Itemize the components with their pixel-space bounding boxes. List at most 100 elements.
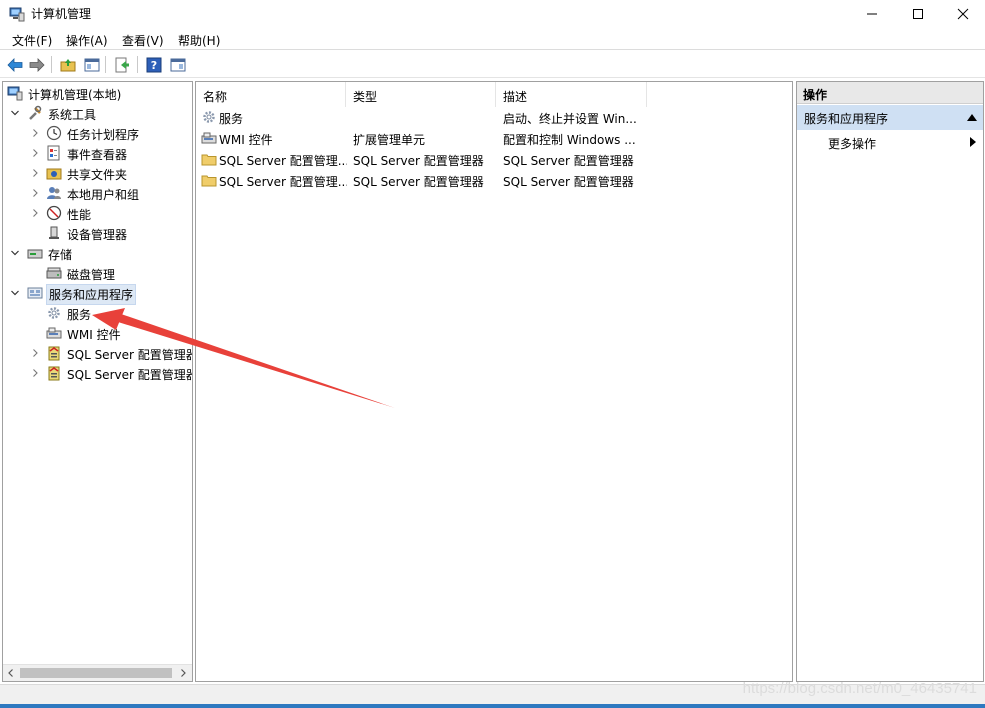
- tree-item-label: 服务和应用程序: [46, 284, 137, 305]
- help-button[interactable]: ?: [144, 55, 164, 74]
- actions-section-label: 服务和应用程序: [804, 112, 889, 126]
- menu-file[interactable]: 文件(F): [12, 32, 52, 49]
- details-list[interactable]: 名称 类型 描述 服务 启动、终止并设置 Win... WMI 控件 扩展管理单…: [195, 81, 793, 682]
- tree-item-label: 计算机管理(本地): [28, 88, 122, 102]
- toolbar: ?: [0, 51, 985, 78]
- menu-bar: 文件(F) 操作(A) 查看(V) 帮助(H): [0, 28, 985, 50]
- column-label: 名称: [203, 90, 228, 104]
- maximize-button[interactable]: [895, 0, 941, 28]
- list-cell-description: SQL Server 配置管理器: [503, 154, 634, 168]
- tree-item-label: 系统工具: [48, 108, 97, 122]
- menu-help[interactable]: 帮助(H): [178, 32, 220, 49]
- tree-item-label: 本地用户和组: [67, 188, 140, 202]
- export-list-button[interactable]: [112, 55, 132, 74]
- tree-item-local-users[interactable]: 本地用户和组: [3, 183, 192, 203]
- tree-item-root[interactable]: 计算机管理(本地): [3, 83, 192, 103]
- menu-view[interactable]: 查看(V): [122, 32, 164, 49]
- list-item-services[interactable]: 服务 启动、终止并设置 Win...: [196, 107, 792, 128]
- tree-item-label: 磁盘管理: [67, 268, 116, 282]
- close-button[interactable]: [940, 0, 985, 28]
- list-cell-description: 启动、终止并设置 Win...: [503, 112, 637, 126]
- wmi-control-icon: [201, 132, 217, 144]
- tree-item-label: WMI 控件: [67, 328, 121, 342]
- close-icon: [957, 8, 969, 20]
- export-list-icon: [115, 57, 129, 72]
- collapse-up-icon[interactable]: [967, 113, 977, 121]
- navigation-tree[interactable]: 计算机管理(本地) 系统工具 任务计划程序 事件查看器 共享文件夹 本地用户和组…: [2, 81, 193, 682]
- tree-item-storage[interactable]: 存储: [3, 243, 192, 263]
- computer-management-icon: [9, 7, 25, 22]
- toolbar-separator: [137, 56, 138, 73]
- list-item-wmi-control[interactable]: WMI 控件 扩展管理单元 配置和控制 Windows ...: [196, 128, 792, 149]
- list-cell-name: 服务: [219, 112, 244, 126]
- tree-item-performance[interactable]: 性能: [3, 203, 192, 223]
- column-label: 描述: [503, 90, 528, 104]
- tree-item-shared-folders[interactable]: 共享文件夹: [3, 163, 192, 183]
- list-cell-type: SQL Server 配置管理器: [353, 154, 484, 168]
- column-header-description[interactable]: 描述: [496, 82, 647, 107]
- actions-header-label: 操作: [803, 88, 828, 102]
- list-item-sql-server-config-1[interactable]: SQL Server 配置管理... SQL Server 配置管理器 SQL …: [196, 149, 792, 170]
- show-hide-tree-button[interactable]: [82, 55, 102, 74]
- actions-section-services-apps[interactable]: 服务和应用程序: [797, 105, 983, 130]
- actions-pane: 操作 服务和应用程序 更多操作: [796, 81, 984, 682]
- tree-item-sql-server-config-2[interactable]: SQL Server 配置管理器: [3, 363, 192, 383]
- sql-server-icon: [48, 346, 60, 361]
- tree-item-sql-server-config-1[interactable]: SQL Server 配置管理器: [3, 343, 192, 363]
- scrollbar-thumb[interactable]: [20, 668, 172, 678]
- list-cell-type: 扩展管理单元: [353, 133, 426, 147]
- clock-icon: [46, 125, 62, 141]
- chevron-right-icon[interactable]: [30, 208, 40, 218]
- tree-item-wmi-control[interactable]: WMI 控件: [3, 323, 192, 343]
- show-hide-action-pane-button[interactable]: [168, 55, 188, 74]
- forward-button[interactable]: [27, 55, 47, 74]
- up-folder-button[interactable]: [58, 55, 78, 74]
- chevron-right-icon[interactable]: [30, 188, 40, 198]
- list-item-sql-server-config-2[interactable]: SQL Server 配置管理... SQL Server 配置管理器 SQL …: [196, 170, 792, 191]
- tree-item-system-tools[interactable]: 系统工具: [3, 103, 192, 123]
- chevron-down-icon[interactable]: [10, 248, 20, 258]
- chevron-right-icon[interactable]: [30, 368, 40, 378]
- sql-server-icon: [48, 366, 60, 381]
- scroll-right-icon[interactable]: [178, 668, 188, 678]
- chevron-down-icon[interactable]: [10, 288, 20, 298]
- tree-item-label: 共享文件夹: [67, 168, 128, 182]
- tree-item-device-manager[interactable]: 设备管理器: [3, 223, 192, 243]
- tree-item-disk-management[interactable]: 磁盘管理: [3, 263, 192, 283]
- minimize-button[interactable]: [849, 0, 895, 28]
- submenu-arrow-icon: [970, 137, 976, 147]
- minimize-icon: [867, 13, 877, 15]
- back-button[interactable]: [5, 55, 25, 74]
- list-cell-description: SQL Server 配置管理器: [503, 175, 634, 189]
- list-cell-type: SQL Server 配置管理器: [353, 175, 484, 189]
- chevron-right-icon[interactable]: [30, 148, 40, 158]
- column-header-name[interactable]: 名称: [196, 82, 346, 107]
- taskbar-accent: [0, 704, 985, 708]
- wmi-control-icon: [46, 327, 62, 339]
- show-hide-tree-icon: [84, 58, 100, 71]
- tree-item-services-and-applications[interactable]: 服务和应用程序: [3, 283, 192, 305]
- chevron-right-icon[interactable]: [30, 348, 40, 358]
- folder-icon: [201, 154, 217, 166]
- tree-horizontal-scrollbar[interactable]: [3, 664, 192, 681]
- list-cell-name: WMI 控件: [219, 133, 273, 147]
- forward-icon: [29, 57, 45, 72]
- users-icon: [47, 187, 61, 199]
- tree-item-label: 服务: [67, 308, 92, 322]
- scroll-left-icon[interactable]: [6, 668, 16, 678]
- list-cell-name: SQL Server 配置管理...: [219, 154, 347, 168]
- column-header-type[interactable]: 类型: [346, 82, 496, 107]
- chevron-right-icon[interactable]: [30, 168, 40, 178]
- svg-text:?: ?: [151, 59, 157, 72]
- tree-item-event-viewer[interactable]: 事件查看器: [3, 143, 192, 163]
- chevron-down-icon[interactable]: [10, 108, 20, 118]
- tree-item-label: 事件查看器: [67, 148, 128, 162]
- tree-item-services[interactable]: 服务: [3, 303, 192, 323]
- tree-item-task-scheduler[interactable]: 任务计划程序: [3, 123, 192, 143]
- event-log-icon: [47, 145, 60, 161]
- more-actions-item[interactable]: 更多操作: [797, 131, 983, 153]
- shared-folder-icon: [46, 168, 62, 180]
- menu-action[interactable]: 操作(A): [66, 32, 108, 49]
- chevron-right-icon[interactable]: [30, 128, 40, 138]
- list-cell-description: 配置和控制 Windows ...: [503, 133, 636, 147]
